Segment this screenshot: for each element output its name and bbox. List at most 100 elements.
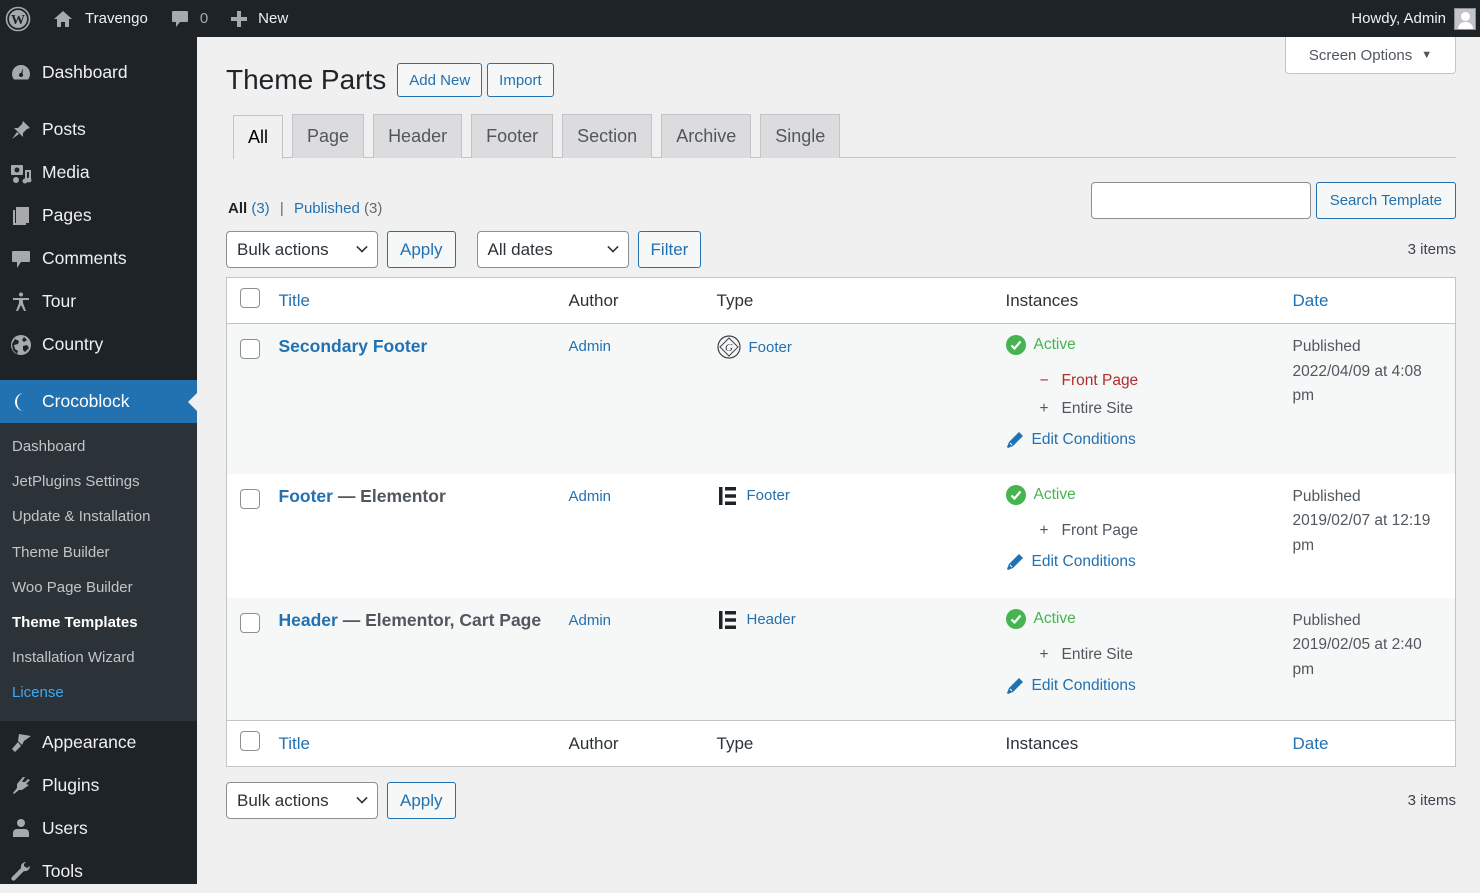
column-type: Type	[716, 277, 1006, 324]
templates-table: Title Author Type Instances Date Seconda…	[226, 277, 1456, 767]
tab-single[interactable]: Single	[760, 114, 841, 158]
status-badge: Active	[1005, 608, 1293, 629]
sidebar-item-dashboard[interactable]: Dashboard	[0, 51, 197, 94]
sidebar-item-appearance[interactable]: Appearance	[0, 721, 197, 764]
select-all-checkbox-bottom[interactable]	[240, 731, 260, 751]
items-count-bottom: 3 items	[1407, 792, 1456, 809]
tab-footer[interactable]: Footer	[471, 114, 554, 158]
edit-conditions-label: Edit Conditions	[1031, 431, 1136, 448]
media-icon	[8, 160, 34, 186]
sidebar-item-comments[interactable]: Comments	[0, 237, 197, 280]
sidebar-item-crocoblock[interactable]: Crocoblock	[0, 380, 197, 423]
row-author-link[interactable]: Admin	[569, 338, 612, 355]
submenu-item-installation-wizard[interactable]: Installation Wizard	[0, 640, 197, 675]
apply-button[interactable]: Apply	[387, 231, 456, 268]
submenu-item-theme-templates[interactable]: Theme Templates	[0, 605, 197, 640]
sidebar-item-tour[interactable]: Tour	[0, 280, 197, 323]
row-type-link[interactable]: Header	[747, 611, 796, 628]
row-checkbox[interactable]	[240, 612, 260, 633]
sidebar-item-label: Crocoblock	[42, 391, 130, 411]
row-type-link[interactable]: Footer	[749, 339, 792, 356]
row-checkbox[interactable]	[240, 339, 260, 359]
bulk-actions-select[interactable]: Bulk actions	[226, 231, 378, 268]
new-label: New	[258, 10, 289, 27]
date-value: 2022/04/09 at 4:08	[1292, 362, 1422, 380]
condition-label: Front Page	[1061, 521, 1139, 539]
sort-title-link[interactable]: Title	[279, 291, 311, 310]
select-all-checkbox[interactable]	[240, 288, 260, 308]
date-tail: pm	[1292, 660, 1315, 678]
my-account-menu[interactable]: Howdy, Admin	[1343, 0, 1480, 37]
wp-logo-menu[interactable]: W	[0, 0, 45, 37]
sidebar-item-media[interactable]: Media	[0, 151, 197, 194]
submenu-item-theme-builder[interactable]: Theme Builder	[0, 535, 197, 570]
import-button[interactable]: Import	[487, 63, 554, 97]
submenu-item-dashboard[interactable]: Dashboard	[0, 429, 197, 464]
column-type-bottom: Type	[716, 720, 1006, 767]
search-input[interactable]	[1090, 182, 1311, 219]
row-author-link[interactable]: Admin	[569, 612, 612, 629]
tab-archive[interactable]: Archive	[661, 114, 752, 158]
table-row: Secondary Footer Admin G Footer Active −…	[226, 323, 1456, 474]
row-title-link[interactable]: Secondary Footer	[279, 336, 428, 356]
sort-title-link-bottom[interactable]: Title	[279, 734, 311, 753]
caret-down-icon: ▼	[1421, 49, 1433, 61]
sort-date-link[interactable]: Date	[1293, 291, 1329, 310]
person-icon	[8, 289, 34, 315]
row-title-link[interactable]: Header	[279, 610, 338, 630]
edit-conditions-link[interactable]: Edit Conditions	[1006, 431, 1293, 449]
row-author-link[interactable]: Admin	[569, 488, 612, 505]
add-new-button[interactable]: Add New	[397, 63, 483, 97]
screen-options-button[interactable]: Screen Options ▼	[1285, 37, 1456, 74]
view-all-label: All	[228, 200, 248, 217]
row-title-suffix: — Elementor, Cart Page	[337, 609, 542, 630]
new-content-link[interactable]: New	[216, 0, 296, 37]
submenu-item-woo-page-builder[interactable]: Woo Page Builder	[0, 570, 197, 605]
edit-conditions-link[interactable]: Edit Conditions	[1006, 553, 1293, 571]
table-header-row: Title Author Type Instances Date	[226, 277, 1456, 324]
site-name-link[interactable]: Travengo	[45, 0, 156, 37]
plug-icon	[8, 772, 34, 798]
crocoblock-icon	[8, 389, 34, 415]
table-row: Header — Elementor, Cart Page Admin Head…	[226, 597, 1456, 721]
row-checkbox[interactable]	[240, 488, 260, 509]
sidebar-item-plugins[interactable]: Plugins	[0, 764, 197, 807]
tab-header[interactable]: Header	[373, 114, 463, 158]
condition-item: + Entire Site	[1006, 395, 1293, 423]
row-type-link[interactable]: Footer	[747, 487, 790, 504]
submenu-item-jetplugins-settings[interactable]: JetPlugins Settings	[0, 464, 197, 499]
sidebar-item-tools[interactable]: Tools	[0, 850, 197, 893]
submenu-item-license[interactable]: License	[0, 675, 197, 710]
svg-text:W: W	[11, 13, 25, 28]
check-circle-icon	[1005, 484, 1026, 505]
sidebar-item-users[interactable]: Users	[0, 807, 197, 850]
chevron-down-icon	[356, 792, 368, 804]
tab-section[interactable]: Section	[562, 114, 653, 158]
view-all[interactable]: All (3)	[228, 200, 270, 217]
sort-date-link-bottom[interactable]: Date	[1293, 734, 1329, 753]
column-instances: Instances	[1005, 277, 1293, 324]
tab-page[interactable]: Page	[292, 114, 365, 158]
bulk-actions-select-bottom[interactable]: Bulk actions	[226, 782, 378, 819]
sidebar-item-pages[interactable]: Pages	[0, 194, 197, 237]
dates-select[interactable]: All dates	[476, 231, 629, 268]
page-title: Theme Parts	[226, 64, 387, 95]
submenu-item-update-installation[interactable]: Update & Installation	[0, 499, 197, 534]
apply-button-bottom[interactable]: Apply	[387, 782, 456, 819]
condition-item: − Front Page	[1006, 367, 1293, 395]
sidebar-item-label: Dashboard	[42, 62, 128, 82]
filter-button[interactable]: Filter	[637, 231, 702, 268]
sidebar-item-country[interactable]: Country	[0, 323, 197, 366]
sidebar-item-posts[interactable]: Posts	[0, 108, 197, 151]
edit-conditions-link[interactable]: Edit Conditions	[1006, 677, 1293, 695]
row-title-link[interactable]: Footer	[279, 486, 333, 506]
user-icon	[8, 815, 34, 841]
tab-all[interactable]: All	[233, 115, 284, 159]
comments-link[interactable]: 0	[156, 0, 216, 37]
search-template-button[interactable]: Search Template	[1315, 182, 1456, 219]
sidebar-item-label: Users	[42, 817, 88, 838]
column-author-bottom: Author	[568, 720, 717, 767]
sidebar-item-label: Pages	[42, 205, 92, 225]
type-tabs: All Page Header Footer Section Archive S…	[233, 114, 1456, 159]
view-published[interactable]: Published (3)	[294, 200, 382, 217]
